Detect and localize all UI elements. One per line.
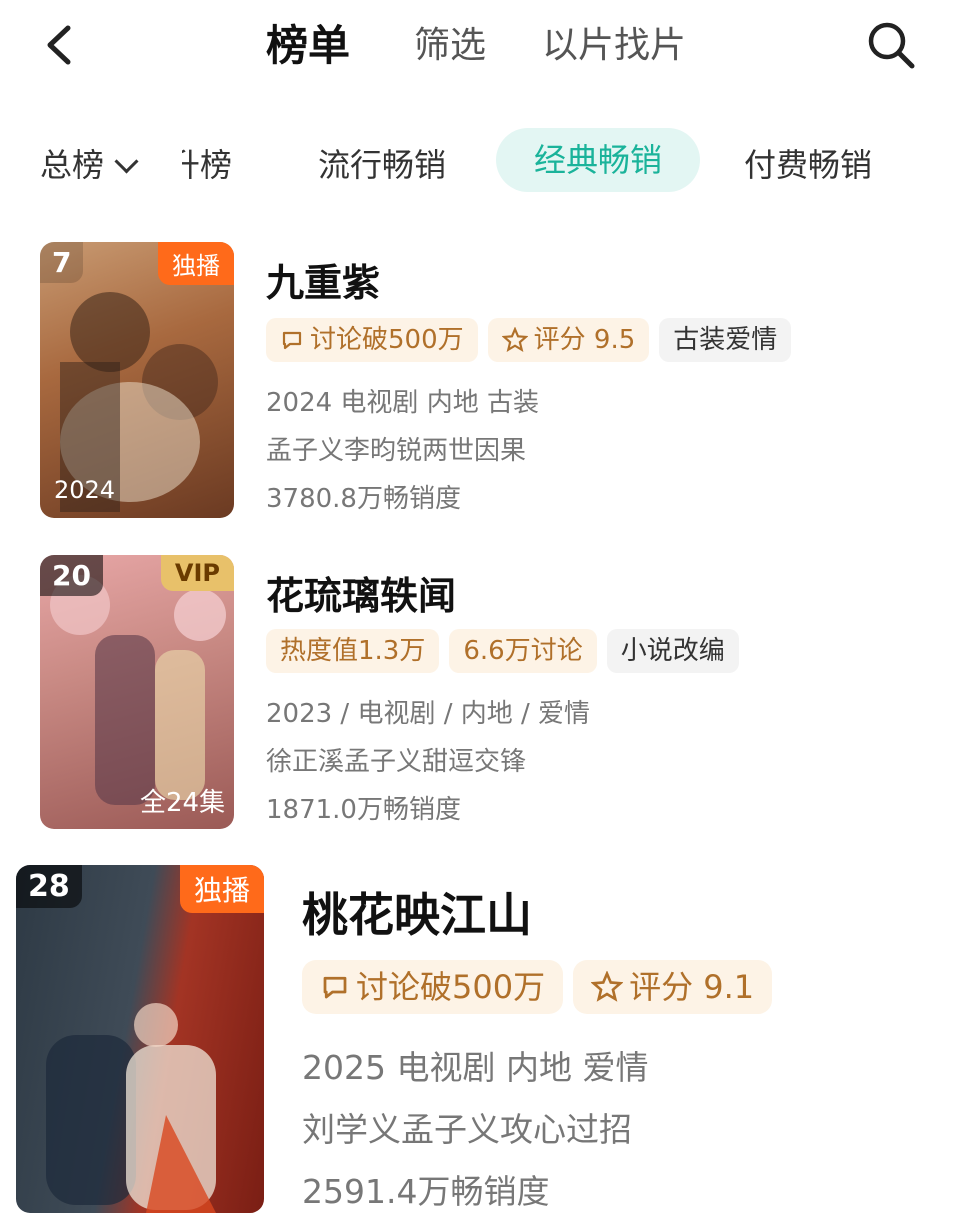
description: 孟子义李昀锐两世因果 (266, 436, 527, 466)
back-arrow-icon[interactable] (36, 20, 86, 70)
poster-art (46, 1003, 216, 1213)
category-rising[interactable]: 升榜 (182, 140, 232, 186)
genre-tag: 小说改编 (606, 629, 739, 673)
heat-tag: 热度值1.3万 (266, 629, 440, 673)
description: 刘学义孟子义攻心过招 (302, 1110, 632, 1149)
description: 徐正溪孟子义甜逗交锋 (266, 747, 527, 777)
tag-row: 热度值1.3万 6.6万讨论 小说改编 (266, 629, 739, 673)
poster-image[interactable]: 28 独播 (16, 865, 264, 1213)
exclusive-badge: 独播 (179, 865, 264, 913)
sales-score: 3780.8万畅销度 (266, 484, 461, 514)
category-dropdown-label: 总榜 (40, 146, 105, 184)
rating-tag: 评分 9.1 (573, 960, 773, 1014)
list-item[interactable]: 28 独播 桃花映江山 讨论破500万 评分 9.1 2025 电视剧 内地 爱… (0, 865, 960, 1215)
discussion-text: 讨论破500万 (310, 325, 464, 355)
item-title[interactable]: 花琉璃轶闻 (266, 565, 456, 620)
item-title[interactable]: 九重紫 (266, 252, 380, 307)
item-title[interactable]: 桃花映江山 (302, 879, 532, 945)
poster-image[interactable]: 20 VIP 全24集 (40, 555, 234, 829)
discussion-tag: 讨论破500万 (302, 960, 564, 1014)
rank-badge: 7 (40, 242, 84, 283)
rank-badge: 20 (40, 555, 103, 596)
episode-count: 全24集 (140, 788, 226, 818)
tag-row: 讨论破500万 评分 9.5 古装爱情 (266, 318, 792, 362)
category-row: 总榜 升榜 流行畅销 经典畅销 付费畅销 (0, 120, 960, 200)
sales-score: 1871.0万畅销度 (266, 795, 461, 825)
poster-image[interactable]: 7 独播 2024 (40, 242, 234, 518)
exclusive-badge: 独播 (158, 242, 234, 285)
rating-tag: 评分 9.5 (487, 318, 650, 362)
top-bar: 榜单 筛选 以片找片 (0, 0, 960, 90)
genre-tag: 古装爱情 (659, 318, 792, 362)
comment-icon (282, 331, 302, 350)
vip-badge: VIP (160, 555, 234, 591)
rating-text: 评分 9.1 (629, 968, 755, 1006)
tag-row: 讨论破500万 评分 9.1 (302, 960, 773, 1014)
chevron-down-icon (114, 149, 139, 174)
discussion-tag: 讨论破500万 (266, 318, 478, 362)
star-icon (591, 971, 624, 1002)
star-icon (501, 327, 528, 353)
tab-find-by-film[interactable]: 以片找片 (542, 16, 686, 68)
category-classic[interactable]: 经典畅销 (496, 128, 701, 192)
discussion-tag: 6.6万讨论 (449, 629, 597, 673)
list-item[interactable]: 7 独播 2024 九重紫 讨论破500万 评分 9.5 古装爱情 2024 电… (0, 242, 960, 522)
rating-text: 评分 9.5 (533, 325, 636, 355)
rank-badge: 28 (16, 865, 82, 908)
meta-info: 2024 电视剧 内地 古装 (266, 388, 539, 418)
sales-score: 2591.4万畅销度 (302, 1172, 550, 1211)
poster-year: 2024 (54, 476, 116, 504)
meta-info: 2023 / 电视剧 / 内地 / 爱情 (266, 699, 591, 729)
category-paid[interactable]: 付费畅销 (744, 140, 872, 186)
discussion-text: 讨论破500万 (356, 968, 546, 1006)
category-popular[interactable]: 流行畅销 (318, 140, 446, 186)
meta-info: 2025 电视剧 内地 爱情 (302, 1048, 649, 1087)
search-icon[interactable] (864, 18, 918, 72)
category-dropdown[interactable]: 总榜 (40, 140, 139, 186)
tab-rankings[interactable]: 榜单 (266, 12, 350, 73)
list-item[interactable]: 20 VIP 全24集 花琉璃轶闻 热度值1.3万 6.6万讨论 小说改编 20… (0, 555, 960, 835)
comment-icon (323, 976, 347, 999)
tab-filter[interactable]: 筛选 (414, 16, 486, 68)
